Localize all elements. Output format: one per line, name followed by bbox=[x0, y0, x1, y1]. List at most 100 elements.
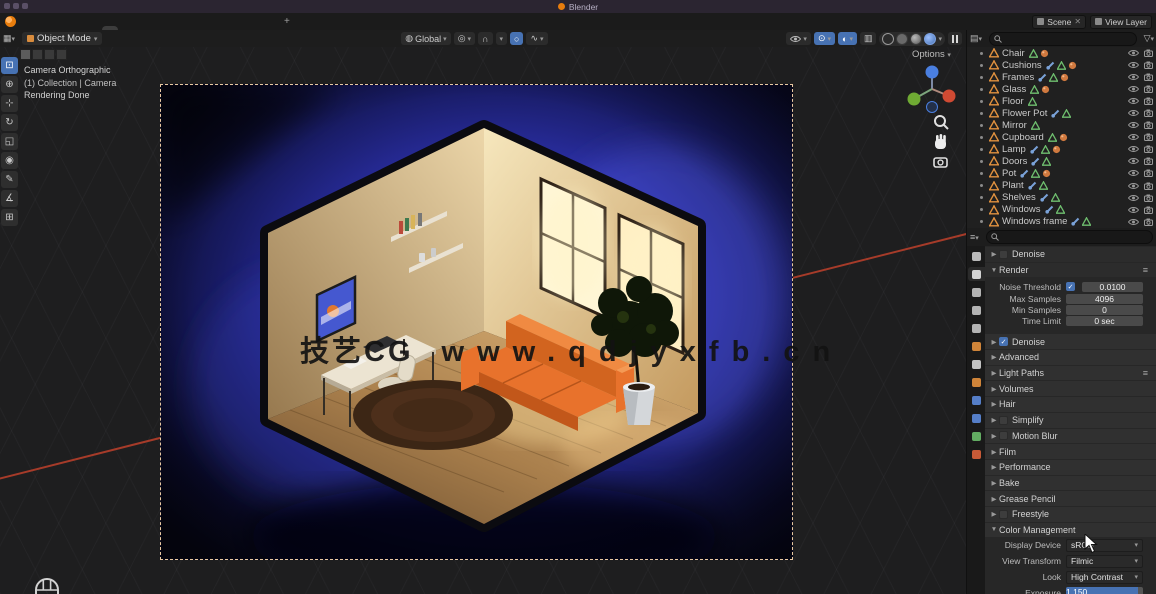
hide-viewport-eye-icon[interactable] bbox=[1128, 61, 1139, 69]
disable-render-camera-icon[interactable] bbox=[1144, 121, 1155, 129]
panel-advanced[interactable]: ▶Advanced bbox=[985, 350, 1156, 365]
disable-render-camera-icon[interactable] bbox=[1144, 182, 1155, 190]
proportional-edit-toggle[interactable]: ○ bbox=[510, 32, 523, 45]
hide-viewport-eye-icon[interactable] bbox=[1128, 194, 1139, 202]
hide-viewport-eye-icon[interactable] bbox=[1128, 206, 1139, 214]
zoom-view-icon[interactable] bbox=[935, 116, 948, 129]
properties-tab-world[interactable] bbox=[968, 339, 985, 353]
rendered-shading-button[interactable] bbox=[924, 33, 936, 45]
gizmo-y-axis[interactable] bbox=[908, 93, 921, 106]
pause-render-button[interactable] bbox=[948, 32, 962, 45]
tool-transform[interactable]: ◉ bbox=[1, 152, 18, 169]
disable-render-camera-icon[interactable] bbox=[1144, 133, 1155, 141]
navigation-gizmo[interactable] bbox=[896, 59, 966, 171]
tool-annotate[interactable]: ✎ bbox=[1, 171, 18, 188]
mode-dropdown[interactable]: Object Mode▾ bbox=[22, 32, 102, 45]
min-samples-field[interactable]: 0 bbox=[1066, 305, 1143, 315]
hide-viewport-eye-icon[interactable] bbox=[1128, 109, 1139, 117]
disable-render-camera-icon[interactable] bbox=[1144, 49, 1155, 57]
panel-volumes[interactable]: ▶Volumes bbox=[985, 381, 1156, 396]
show-gizmo-toggle[interactable]: ⊙▾ bbox=[814, 32, 835, 45]
options-dropdown[interactable]: Options ▾ bbox=[912, 49, 951, 60]
properties-search-input[interactable] bbox=[986, 230, 1153, 244]
tool-cursor[interactable]: ⊕ bbox=[1, 76, 18, 93]
wireframe-shading-button[interactable] bbox=[882, 33, 894, 45]
properties-tab-particles[interactable] bbox=[968, 393, 985, 407]
panel-bake[interactable]: ▶Bake bbox=[985, 476, 1156, 491]
panel-freestyle[interactable]: ▶Freestyle bbox=[985, 507, 1156, 522]
disable-render-camera-icon[interactable] bbox=[1144, 218, 1155, 226]
noise-threshold-checkbox[interactable]: ✓ bbox=[1066, 282, 1075, 291]
tool-scale[interactable]: ◱ bbox=[1, 133, 18, 150]
outliner-item-windows[interactable]: Windows bbox=[967, 204, 1156, 216]
select-mode-buttons[interactable] bbox=[20, 49, 67, 60]
disable-render-camera-icon[interactable] bbox=[1144, 157, 1155, 165]
look-dropdown[interactable]: High Contrast▾ bbox=[1066, 571, 1143, 584]
properties-tab-material[interactable] bbox=[968, 447, 985, 461]
show-overlays-toggle[interactable]: ◐▾ bbox=[838, 32, 857, 45]
hide-viewport-eye-icon[interactable] bbox=[1128, 133, 1139, 141]
viewport-denoise-checkbox[interactable] bbox=[999, 250, 1008, 259]
hide-viewport-eye-icon[interactable] bbox=[1128, 85, 1139, 93]
properties-tab-object[interactable] bbox=[968, 357, 985, 371]
hide-viewport-eye-icon[interactable] bbox=[1128, 218, 1139, 226]
noise-threshold-field[interactable]: 0.0100 bbox=[1082, 282, 1143, 292]
disable-render-camera-icon[interactable] bbox=[1144, 145, 1155, 153]
tool-measure[interactable]: ∡ bbox=[1, 190, 18, 207]
disable-render-camera-icon[interactable] bbox=[1144, 206, 1155, 214]
hide-viewport-eye-icon[interactable] bbox=[1128, 145, 1139, 153]
render-sampling-presets-icon[interactable]: ≡ bbox=[1143, 265, 1148, 275]
hide-viewport-eye-icon[interactable] bbox=[1128, 157, 1139, 165]
shading-dropdown[interactable]: ▾ bbox=[938, 35, 942, 43]
camera-view-icon[interactable] bbox=[934, 158, 947, 167]
tool-select-box[interactable]: ⊡ bbox=[1, 57, 18, 74]
disable-render-camera-icon[interactable] bbox=[1144, 85, 1155, 93]
panel-render-sampling[interactable]: ▼Render≡ bbox=[985, 263, 1156, 278]
unlink-scene-icon[interactable]: ✕ bbox=[1074, 17, 1081, 26]
outliner-item-lamp[interactable]: Lamp bbox=[967, 143, 1156, 155]
add-workspace-button[interactable]: + bbox=[278, 16, 296, 27]
hide-viewport-eye-icon[interactable] bbox=[1128, 121, 1139, 129]
panel-simplify[interactable]: ▶Simplify bbox=[985, 413, 1156, 428]
proportional-falloff-dropdown[interactable]: ∿▾ bbox=[526, 32, 547, 45]
motion-blur-checkbox[interactable] bbox=[999, 431, 1008, 440]
properties-tab-tool[interactable] bbox=[968, 249, 985, 263]
properties-tab-view-layer[interactable] bbox=[968, 303, 985, 317]
outliner-item-windows-frame[interactable]: Windows frame bbox=[967, 216, 1156, 228]
pivot-point-dropdown[interactable]: ◎▾ bbox=[454, 32, 475, 45]
time-limit-field[interactable]: 0 sec bbox=[1066, 316, 1143, 326]
outliner-item-cupboard[interactable]: Cupboard bbox=[967, 131, 1156, 143]
outliner-item-cushions[interactable]: Cushions bbox=[967, 59, 1156, 71]
disable-render-camera-icon[interactable] bbox=[1144, 73, 1155, 81]
panel-grease-pencil[interactable]: ▶Grease Pencil bbox=[985, 491, 1156, 506]
outliner-item-floor[interactable]: Floor bbox=[967, 95, 1156, 107]
outliner-item-flower-pot[interactable]: Flower Pot bbox=[967, 107, 1156, 119]
properties-tab-scene[interactable] bbox=[968, 321, 985, 335]
max-samples-field[interactable]: 4096 bbox=[1066, 294, 1143, 304]
outliner-item-mirror[interactable]: Mirror bbox=[967, 119, 1156, 131]
hide-viewport-eye-icon[interactable] bbox=[1128, 182, 1139, 190]
gizmo-z-axis[interactable] bbox=[926, 66, 939, 79]
outliner-editor-icon[interactable]: ▤▾ bbox=[967, 33, 985, 44]
hide-viewport-eye-icon[interactable] bbox=[1128, 49, 1139, 57]
material-preview-button[interactable] bbox=[910, 33, 922, 45]
disable-render-camera-icon[interactable] bbox=[1144, 194, 1155, 202]
properties-tab-render[interactable] bbox=[968, 267, 985, 281]
xray-toggle[interactable]: ▥ bbox=[860, 32, 877, 45]
solid-shading-button[interactable] bbox=[896, 33, 908, 45]
blender-menu-icon[interactable] bbox=[5, 16, 16, 27]
outliner-item-glass[interactable]: Glass bbox=[967, 83, 1156, 95]
view-transform-dropdown[interactable]: Filmic▾ bbox=[1066, 555, 1143, 568]
panel-color-management[interactable]: ▼Color Management bbox=[985, 523, 1156, 538]
display-device-dropdown[interactable]: sRGB▾ bbox=[1066, 539, 1143, 552]
render-denoise-checkbox[interactable]: ✓ bbox=[999, 337, 1008, 346]
hide-viewport-eye-icon[interactable] bbox=[1128, 169, 1139, 177]
hide-viewport-eye-icon[interactable] bbox=[1128, 73, 1139, 81]
hide-viewport-eye-icon[interactable] bbox=[1128, 97, 1139, 105]
outliner-item-doors[interactable]: Doors bbox=[967, 155, 1156, 167]
tool-rotate[interactable]: ↻ bbox=[1, 114, 18, 131]
outliner-item-chair[interactable]: Chair bbox=[967, 47, 1156, 59]
object-types-visibility-dropdown[interactable]: ▾ bbox=[786, 32, 811, 45]
disable-render-camera-icon[interactable] bbox=[1144, 61, 1155, 69]
outliner-search-input[interactable] bbox=[989, 32, 1137, 46]
